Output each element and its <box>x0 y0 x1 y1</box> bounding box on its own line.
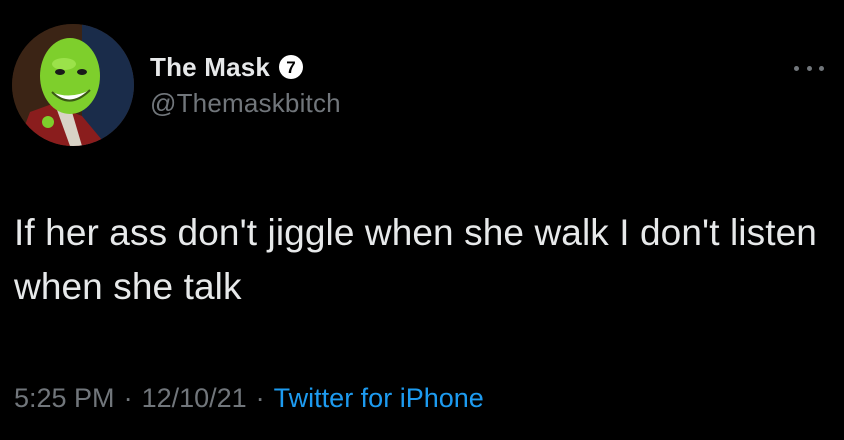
meta-separator: · <box>255 383 265 413</box>
name-row: The Mask 7 <box>150 48 341 86</box>
tweet-time[interactable]: 5:25 PM <box>14 383 115 414</box>
more-dot <box>806 65 812 71</box>
avatar[interactable] <box>12 24 134 146</box>
verified-badge-icon: 7 <box>278 54 304 80</box>
tweet-text: If her ass don't jiggle when she walk I … <box>14 212 817 307</box>
more-icon[interactable] <box>794 62 824 74</box>
display-name[interactable]: The Mask <box>150 52 270 83</box>
more-dot <box>819 65 824 71</box>
avatar-image <box>12 24 134 146</box>
tweet-date[interactable]: 12/10/21 <box>142 383 247 414</box>
tweet-meta: 5:25 PM · 12/10/21 · Twitter for iPhone <box>14 383 484 414</box>
more-dot <box>794 65 799 71</box>
meta-separator: · <box>123 383 133 413</box>
user-handle[interactable]: @Themaskbitch <box>150 88 341 119</box>
tweet-header: The Mask 7 @Themaskbitch <box>150 48 341 119</box>
tweet-card: The Mask 7 @Themaskbitch If her ass don'… <box>0 0 844 440</box>
verified-badge-glyph: 7 <box>286 58 295 77</box>
tweet-source-link[interactable]: Twitter for iPhone <box>274 383 484 414</box>
